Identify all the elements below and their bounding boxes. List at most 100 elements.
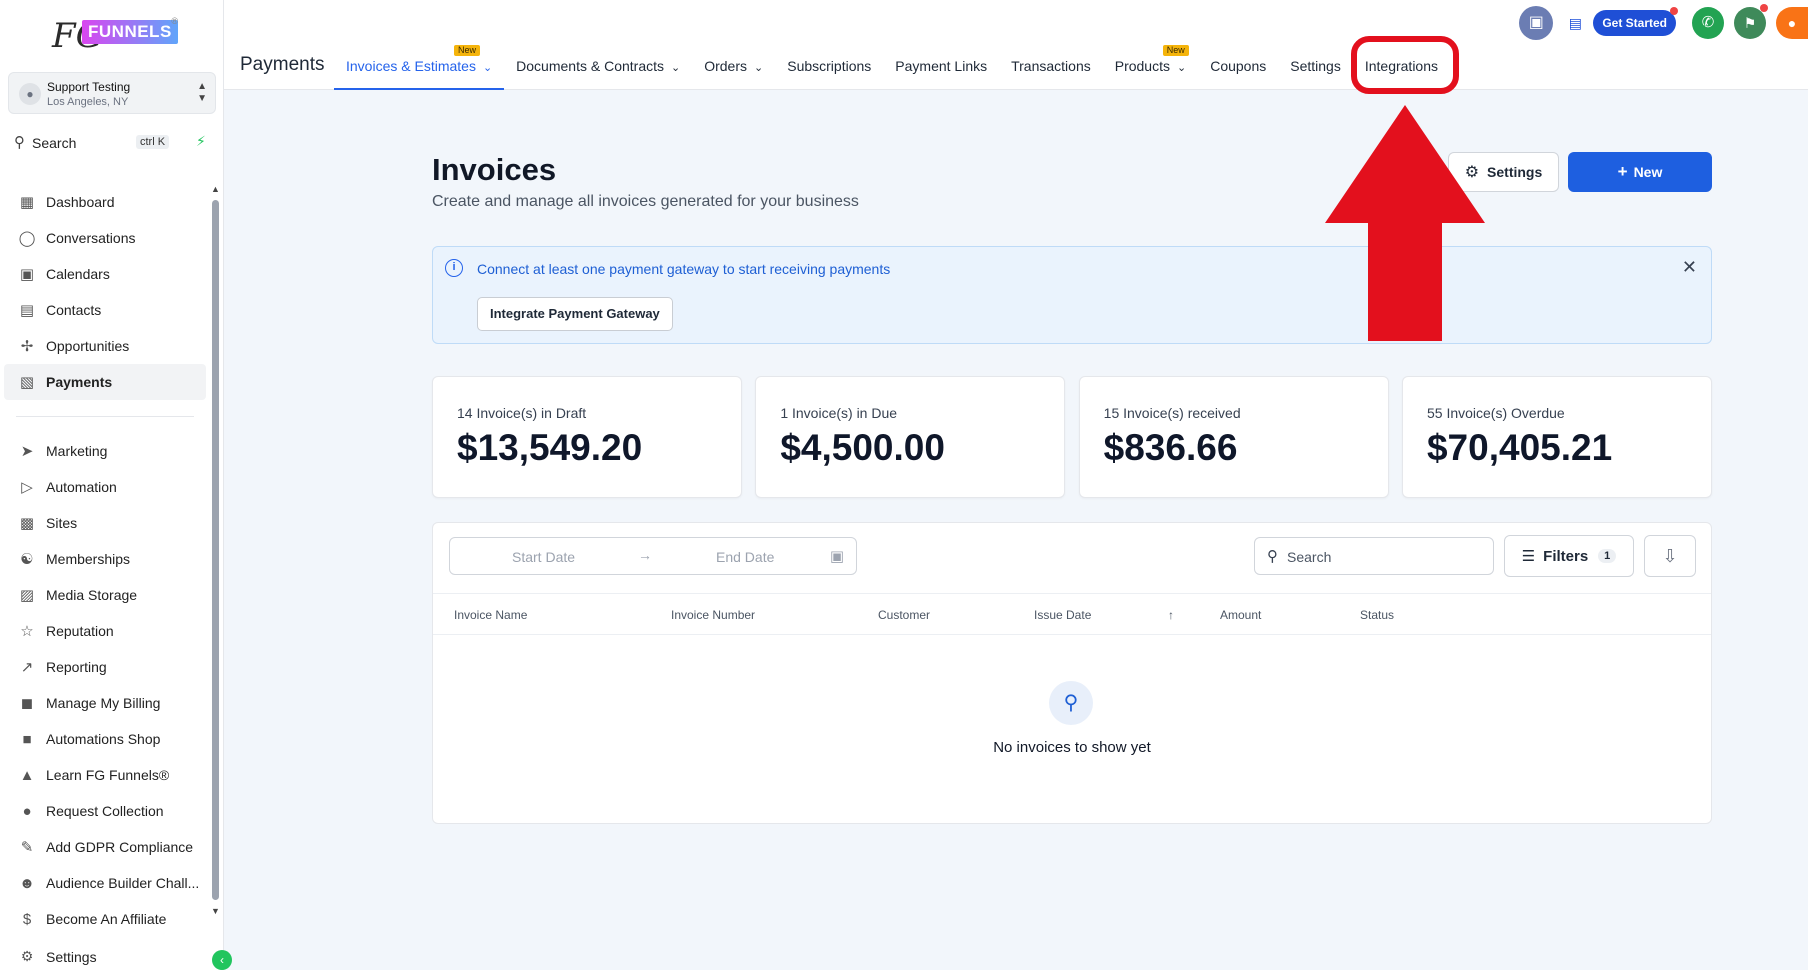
- tab-subscriptions[interactable]: Subscriptions: [775, 40, 883, 90]
- sidebar-item-dashboard[interactable]: ▦ Dashboard: [0, 184, 210, 220]
- sidebar-item-label: Become An Affiliate: [46, 911, 167, 927]
- sidebar-item-request-collection[interactable]: ● Request Collection: [0, 793, 210, 829]
- sidebar-item-calendars[interactable]: ▣ Calendars: [0, 256, 210, 292]
- sidebar-item-label: Dashboard: [46, 194, 115, 210]
- sidebar-item-sites[interactable]: ▩ Sites: [0, 505, 210, 541]
- sidebar-item-label: Media Storage: [46, 587, 138, 603]
- tab-transactions[interactable]: Transactions: [999, 40, 1103, 90]
- sidebar-item-affiliate[interactable]: $ Become An Affiliate: [0, 901, 210, 937]
- get-started-label: Get Started: [1602, 16, 1667, 30]
- tab-products[interactable]: New Products ⌄: [1103, 40, 1198, 90]
- column-issue-date[interactable]: Issue Date: [1034, 608, 1091, 622]
- image-icon: ▨: [19, 587, 35, 604]
- dashboard-icon: ▦: [19, 194, 35, 211]
- close-icon[interactable]: ✕: [1682, 257, 1697, 278]
- notification-dot: [1670, 7, 1678, 15]
- sidebar-item-learn[interactable]: ▲ Learn FG Funnels®: [0, 757, 210, 793]
- column-amount[interactable]: Amount: [1220, 608, 1261, 622]
- chevron-updown-icon: ▲ ▼: [197, 81, 207, 104]
- tab-label: Invoices & Estimates: [346, 58, 476, 74]
- payments-tabs: New Invoices & Estimates ⌄ Documents & Co…: [334, 40, 1450, 90]
- tab-orders[interactable]: Orders ⌄: [692, 40, 775, 90]
- calendar-icon: ▣: [19, 266, 35, 283]
- sidebar-item-automations-shop[interactable]: ■ Automations Shop: [0, 721, 210, 757]
- scroll-down-icon[interactable]: ▼: [211, 906, 220, 916]
- phone-icon[interactable]: ✆: [1692, 7, 1724, 39]
- column-invoice-name[interactable]: Invoice Name: [454, 608, 527, 622]
- column-customer[interactable]: Customer: [878, 608, 930, 622]
- date-range-picker[interactable]: Start Date → End Date ▣: [449, 537, 857, 575]
- chevron-down-icon: ⌄: [1176, 62, 1187, 74]
- stat-label: 14 Invoice(s) in Draft: [457, 405, 587, 421]
- account-location: Los Angeles, NY: [47, 96, 129, 108]
- sidebar-item-label: Memberships: [46, 551, 131, 567]
- tab-settings[interactable]: Settings: [1278, 40, 1353, 90]
- sidebar-item-settings[interactable]: ⚙ Settings: [17, 948, 97, 965]
- payment-gateway-alert: i Connect at least one payment gateway t…: [432, 246, 1712, 344]
- get-started-button[interactable]: Get Started: [1593, 7, 1678, 36]
- sidebar-search[interactable]: ⚲ Search ctrl K ⚡: [8, 130, 216, 156]
- new-invoice-button[interactable]: + New: [1568, 152, 1712, 192]
- topbar-actions: ▣ ▤ Get Started ✆ ⚑ ●: [1519, 4, 1808, 40]
- sidebar-scrollbar[interactable]: [212, 200, 219, 900]
- sidebar-item-payments[interactable]: ▧ Payments: [4, 364, 206, 400]
- sort-arrow-up-icon[interactable]: ↑: [1168, 608, 1174, 622]
- billing-card-icon[interactable]: ▤: [1561, 9, 1589, 37]
- table-header: Invoice Name Invoice Number Customer Iss…: [433, 593, 1711, 635]
- sidebar-item-label: Automation: [46, 479, 117, 495]
- notifications-icon[interactable]: ●: [1776, 7, 1808, 39]
- sidebar-item-marketing[interactable]: ➤ Marketing: [0, 433, 210, 469]
- tab-label: Documents & Contracts: [516, 58, 664, 74]
- invoice-search-input[interactable]: ⚲ Search: [1254, 537, 1494, 575]
- sidebar-item-audience-builder[interactable]: ☻ Audience Builder Chall...: [0, 865, 210, 901]
- search-icon: ⚲: [14, 134, 25, 151]
- sidebar-item-reputation[interactable]: ☆ Reputation: [0, 613, 210, 649]
- account-name: Support Testing: [47, 80, 131, 94]
- tab-label: Settings: [1290, 58, 1341, 74]
- download-icon[interactable]: ⇩: [1644, 535, 1696, 577]
- tab-label: Payment Links: [895, 58, 988, 74]
- app-logo[interactable]: FG FUNNELS ®: [52, 16, 178, 58]
- sidebar-item-label: Audience Builder Chall...: [46, 875, 200, 891]
- stat-card-overdue: 55 Invoice(s) Overdue $70,405.21: [1401, 376, 1712, 498]
- sidebar-item-conversations[interactable]: ◯ Conversations: [0, 220, 210, 256]
- people-icon: ☻: [19, 874, 35, 892]
- sidebar-item-contacts[interactable]: ▤ Contacts: [0, 292, 210, 328]
- column-status[interactable]: Status: [1360, 608, 1394, 622]
- plus-icon: +: [1617, 162, 1628, 181]
- tab-payment-links[interactable]: Payment Links: [883, 40, 999, 90]
- column-invoice-number[interactable]: Invoice Number: [671, 608, 755, 622]
- account-avatar-icon: ●: [19, 83, 41, 105]
- megaphone-icon[interactable]: ⚑: [1734, 4, 1768, 39]
- sidebar-item-label: Reputation: [46, 623, 114, 639]
- sidebar-item-label: Payments: [46, 374, 113, 390]
- stat-value: $13,549.20: [457, 427, 643, 468]
- tab-documents-contracts[interactable]: Documents & Contracts ⌄: [504, 40, 692, 90]
- sidebar-item-gdpr[interactable]: ✎ Add GDPR Compliance: [0, 829, 210, 865]
- chat-icon: ◯: [18, 230, 36, 247]
- chat-widget-icon[interactable]: ▣: [1519, 6, 1554, 40]
- sidebar-item-memberships[interactable]: ☯ Memberships: [0, 541, 210, 577]
- sidebar-item-billing[interactable]: ◼ Manage My Billing: [0, 685, 210, 721]
- sidebar-item-reporting[interactable]: ↗ Reporting: [0, 649, 210, 685]
- invoices-heading: Invoices: [432, 152, 557, 187]
- gear-icon: ⚙: [20, 948, 34, 964]
- empty-state-text: No invoices to show yet: [993, 739, 1151, 756]
- stat-value: $836.66: [1103, 427, 1238, 468]
- red-arrow-annotation: [1325, 105, 1485, 341]
- integrations-highlight-ring: [1351, 36, 1459, 94]
- scroll-up-icon[interactable]: ▲: [211, 184, 220, 194]
- bolt-icon[interactable]: ⚡: [196, 133, 206, 150]
- tab-coupons[interactable]: Coupons: [1198, 40, 1278, 90]
- account-switcher[interactable]: ● Support Testing Los Angeles, NY ▲ ▼: [8, 72, 216, 114]
- integrate-payment-gateway-button[interactable]: Integrate Payment Gateway: [477, 297, 673, 331]
- tab-invoices-estimates[interactable]: New Invoices & Estimates ⌄: [334, 40, 505, 90]
- sidebar-item-label: Manage My Billing: [46, 695, 161, 711]
- sidebar-item-media-storage[interactable]: ▨ Media Storage: [0, 577, 210, 613]
- filters-button[interactable]: ☰ Filters 1: [1504, 535, 1634, 577]
- cart-icon: ■: [22, 730, 32, 748]
- sidebar-item-opportunities[interactable]: ✢ Opportunities: [0, 328, 210, 364]
- stat-card-draft: 14 Invoice(s) in Draft $13,549.20: [432, 376, 742, 498]
- sidebar-item-automation[interactable]: ▷ Automation: [0, 469, 210, 505]
- stat-card-received: 15 Invoice(s) received $836.66: [1078, 376, 1389, 498]
